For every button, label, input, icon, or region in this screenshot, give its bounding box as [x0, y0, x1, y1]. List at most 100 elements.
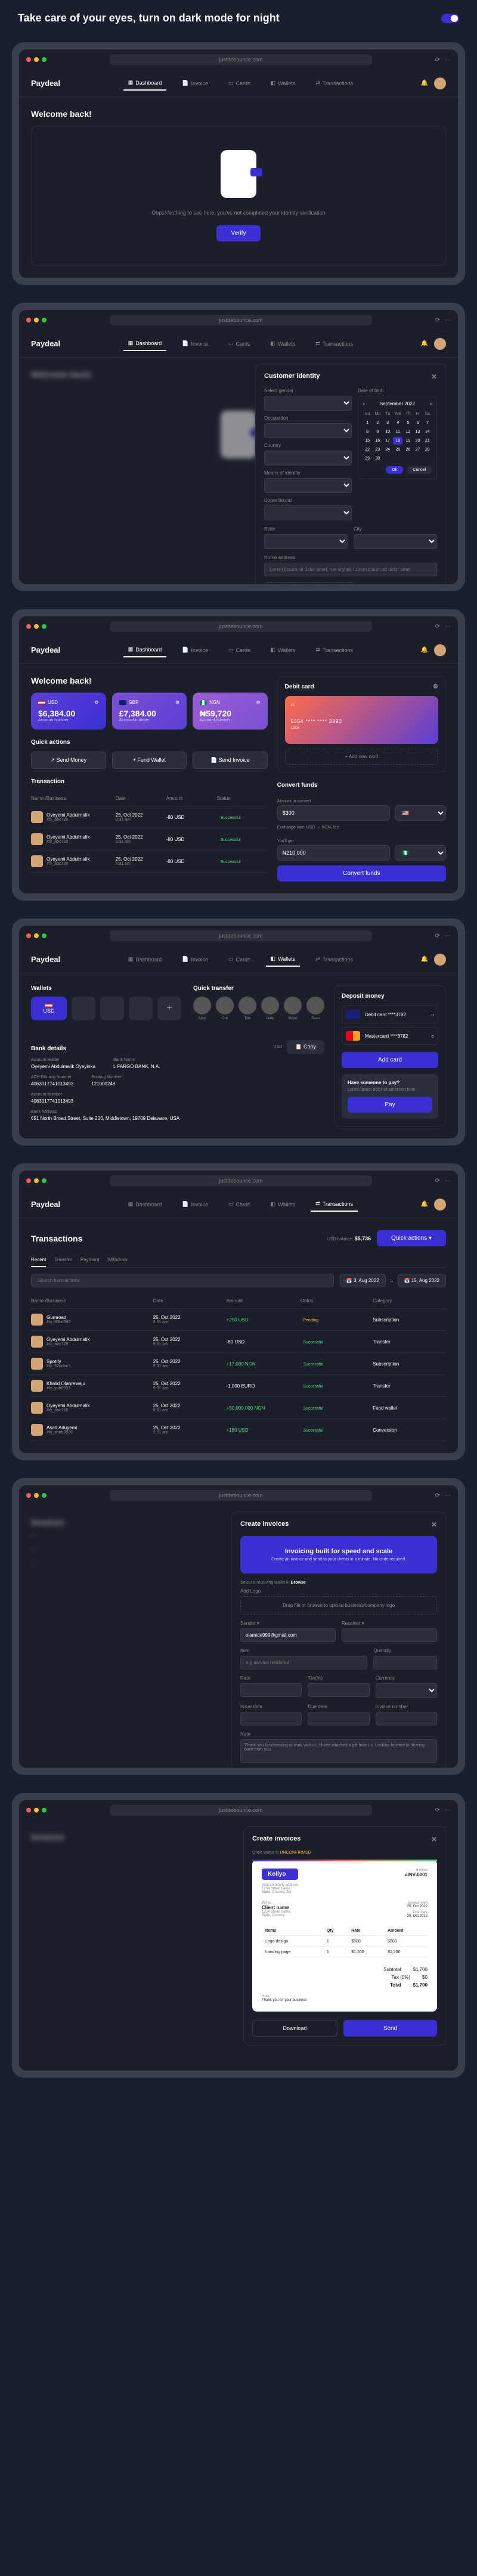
quick-actions-button[interactable]: Quick actions ▾: [377, 1230, 446, 1246]
user-avatar[interactable]: [434, 77, 446, 89]
cal-date[interactable]: 20: [414, 437, 422, 445]
table-row[interactable]: Oyeyemi Abdulmalik#tx_abc72825, Oct 2022…: [31, 1397, 446, 1419]
cal-date[interactable]: 23: [373, 446, 382, 454]
cal-date[interactable]: 19: [404, 437, 412, 445]
add-card-button[interactable]: + Add new card: [285, 749, 438, 765]
convert-result-input[interactable]: [277, 845, 390, 861]
tab[interactable]: Payment: [80, 1253, 100, 1267]
tab[interactable]: Transfer: [54, 1253, 72, 1267]
id-select[interactable]: [264, 478, 352, 493]
wallet-ngn[interactable]: [100, 997, 124, 1020]
convert-from-select[interactable]: 🇺🇸: [395, 805, 446, 821]
tab[interactable]: Withdraw: [107, 1253, 127, 1267]
rate-input[interactable]: [240, 1683, 302, 1697]
qty-input[interactable]: [373, 1656, 437, 1669]
cal-date[interactable]: 10: [383, 428, 392, 436]
contact[interactable]: Ajayi: [193, 997, 211, 1020]
cal-date[interactable]: 9: [373, 428, 382, 436]
copy-button[interactable]: 📋 Copy: [287, 1040, 324, 1054]
wallet-gbp[interactable]: [72, 997, 95, 1020]
contact[interactable]: Dele: [261, 997, 279, 1020]
table-row[interactable]: Asad Aduyemi#tx_sheb383825, Oct 20229:31…: [31, 1419, 446, 1441]
wallet-card[interactable]: GBP ⚙£7,384.00Account number: [112, 693, 187, 730]
cal-date[interactable]: 14: [423, 428, 432, 436]
contact[interactable]: Seun: [306, 997, 324, 1020]
date-from[interactable]: 📅 3, Aug 2022: [340, 1274, 386, 1287]
nav-invoice[interactable]: 📄 Invoice: [177, 76, 213, 91]
cal-date[interactable]: 12: [404, 428, 412, 436]
cal-date[interactable]: 2: [373, 419, 382, 427]
cal-date[interactable]: 27: [414, 446, 422, 454]
cal-cancel[interactable]: Cancel: [407, 466, 432, 474]
contact[interactable]: Tobi: [238, 997, 256, 1020]
close-icon[interactable]: ✕: [431, 1835, 437, 1843]
cal-date[interactable]: 30: [373, 455, 382, 463]
issue-date[interactable]: [240, 1712, 302, 1725]
cal-date[interactable]: 13: [414, 428, 422, 436]
cal-date[interactable]: 1: [363, 419, 372, 427]
gender-select[interactable]: [264, 396, 352, 411]
due-date[interactable]: [308, 1712, 369, 1725]
nav-transactions[interactable]: ⇄ Transactions: [311, 76, 358, 91]
cal-date[interactable]: 24: [383, 446, 392, 454]
deposit-add-card[interactable]: Add card: [342, 1052, 438, 1068]
cal-date[interactable]: 26: [404, 446, 412, 454]
cal-date[interactable]: 29: [363, 455, 372, 463]
wallet-add[interactable]: +: [157, 997, 181, 1020]
convert-amount-input[interactable]: [277, 805, 390, 821]
cal-date[interactable]: 28: [423, 446, 432, 454]
wallet-card[interactable]: NGN ⚙₦59,720Account number: [193, 693, 268, 730]
sender-input[interactable]: [240, 1628, 336, 1642]
convert-button[interactable]: Convert funds: [277, 865, 446, 882]
cal-date[interactable]: 15: [363, 437, 372, 445]
search-input[interactable]: [31, 1274, 334, 1287]
cal-date[interactable]: 4: [393, 419, 402, 427]
pay-button[interactable]: Pay: [348, 1097, 432, 1113]
cal-date[interactable]: 11: [393, 428, 402, 436]
download-button[interactable]: Download: [252, 2020, 337, 2037]
address-input[interactable]: [264, 563, 437, 576]
nav-dashboard[interactable]: ▦ Dashboard: [123, 76, 167, 91]
id-upload[interactable]: Tap to uploadImage must be clear png, jp…: [264, 582, 357, 584]
send-invoice-button[interactable]: 📄 Send Invoice: [193, 752, 268, 769]
contact[interactable]: Moyo: [284, 997, 302, 1020]
currency-select[interactable]: [376, 1683, 437, 1698]
state-select[interactable]: [264, 534, 348, 549]
table-row[interactable]: Oyeyemi Abdulmalik#tx_abc72825, Oct 2022…: [31, 1331, 446, 1353]
wallet-usd[interactable]: USD: [31, 997, 67, 1020]
occupation-select[interactable]: [264, 423, 352, 438]
date-to[interactable]: 📅 15, Aug 2022: [398, 1274, 446, 1287]
cal-date[interactable]: 7: [423, 419, 432, 427]
cal-date[interactable]: 18: [393, 437, 402, 445]
close-icon[interactable]: ✕: [431, 373, 437, 381]
contact[interactable]: Ore: [216, 997, 234, 1020]
cal-date[interactable]: 8: [363, 428, 372, 436]
close-icon[interactable]: ✕: [431, 1520, 437, 1529]
receiver-input[interactable]: [342, 1628, 437, 1642]
cal-date[interactable]: 5: [404, 419, 412, 427]
send-button[interactable]: Send: [343, 2020, 437, 2037]
debit-card[interactable]: ▭ 5354 **** **** 3893 10/24: [285, 696, 438, 744]
table-row[interactable]: Oyeyemi Abdulmalik#tx_abc72825, Oct 2022…: [31, 806, 268, 828]
dob-calendar[interactable]: ‹September 2022› SuMoTuWeThFrSa123456789…: [358, 396, 437, 479]
city-select[interactable]: [354, 534, 437, 549]
nav-cards[interactable]: ▭ Cards: [224, 76, 255, 91]
fund-wallet-button[interactable]: + Fund Wallet: [112, 752, 187, 769]
logo-upload[interactable]: Drop file or browse to upload business/c…: [240, 1596, 437, 1615]
cal-ok[interactable]: Ok: [386, 466, 403, 474]
cal-date[interactable]: 17: [383, 437, 392, 445]
upper-select[interactable]: [264, 505, 352, 520]
cal-date[interactable]: 3: [383, 419, 392, 427]
cal-date[interactable]: 6: [414, 419, 422, 427]
cal-date[interactable]: 25: [393, 446, 402, 454]
table-row[interactable]: Oyeyemi Abdulmalik#tx_abc72825, Oct 2022…: [31, 851, 268, 873]
card-option-1[interactable]: Debit card ****3782○: [342, 1005, 438, 1023]
cal-date[interactable]: 16: [373, 437, 382, 445]
convert-to-select[interactable]: 🇳🇬: [395, 845, 446, 861]
item-input[interactable]: [240, 1656, 367, 1669]
tax-input[interactable]: [308, 1683, 369, 1697]
cal-date[interactable]: 21: [423, 437, 432, 445]
table-row[interactable]: Khalid Olanrewaju#tx_yuh663725, Oct 2022…: [31, 1375, 446, 1397]
tab[interactable]: Recent: [31, 1253, 46, 1267]
table-row[interactable]: Spotify#tx_52udbc325, Oct 20229:31 am+17…: [31, 1353, 446, 1375]
